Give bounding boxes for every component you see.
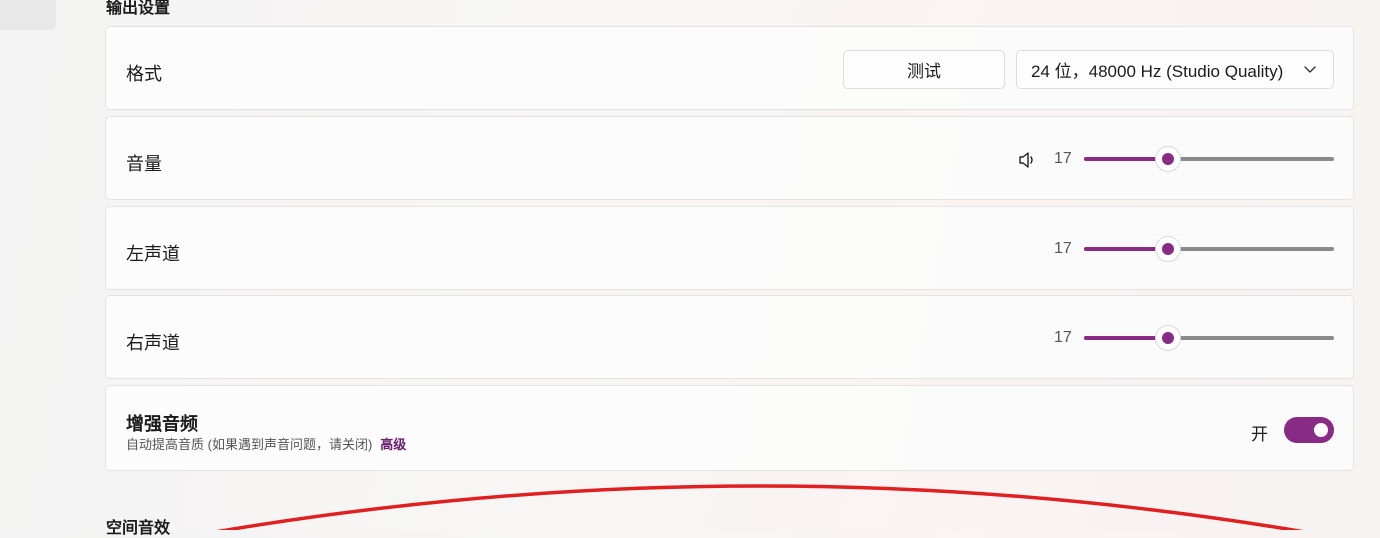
enhance-audio-description: 自动提高音质 (如果遇到声音问题，请关闭) bbox=[126, 437, 373, 452]
output-section-title: 输出设置 bbox=[106, 0, 171, 17]
chevron-down-icon bbox=[1304, 66, 1316, 73]
enhance-audio-title: 增强音频 bbox=[126, 414, 198, 434]
spatial-section-title: 空间音效 bbox=[106, 520, 171, 537]
volume-slider-thumb[interactable] bbox=[1156, 147, 1180, 171]
toggle-knob bbox=[1314, 423, 1328, 437]
toggle-state-label: 开 bbox=[1251, 425, 1268, 444]
left-channel-card: 左声道 17 bbox=[105, 206, 1354, 290]
test-button[interactable]: 测试 bbox=[843, 50, 1005, 89]
volume-card: 音量 17 bbox=[105, 116, 1354, 200]
nav-rail-item[interactable] bbox=[0, 0, 56, 30]
right-channel-label: 右声道 bbox=[126, 333, 180, 353]
format-card: 格式 测试 24 位，48000 Hz (Studio Quality) bbox=[105, 26, 1354, 110]
volume-value: 17 bbox=[1054, 150, 1072, 167]
left-channel-value: 17 bbox=[1054, 240, 1072, 257]
left-channel-slider-thumb[interactable] bbox=[1156, 237, 1180, 261]
format-dropdown[interactable]: 24 位，48000 Hz (Studio Quality) bbox=[1016, 50, 1334, 89]
format-dropdown-value: 24 位，48000 Hz (Studio Quality) bbox=[1031, 62, 1284, 81]
format-label: 格式 bbox=[126, 64, 162, 84]
right-channel-slider-thumb[interactable] bbox=[1156, 326, 1180, 350]
enhance-audio-description-row: 自动提高音质 (如果遇到声音问题，请关闭) 高级 bbox=[126, 434, 406, 453]
right-channel-value: 17 bbox=[1054, 329, 1072, 346]
enhance-audio-card: 增强音频 自动提高音质 (如果遇到声音问题，请关闭) 高级 开 bbox=[105, 385, 1354, 471]
left-channel-label: 左声道 bbox=[126, 244, 180, 264]
enhance-audio-toggle[interactable] bbox=[1284, 417, 1334, 443]
right-channel-card: 右声道 17 bbox=[105, 295, 1354, 379]
advanced-link[interactable]: 高级 bbox=[380, 437, 406, 452]
speaker-icon[interactable] bbox=[1018, 150, 1038, 170]
volume-label: 音量 bbox=[126, 154, 162, 174]
